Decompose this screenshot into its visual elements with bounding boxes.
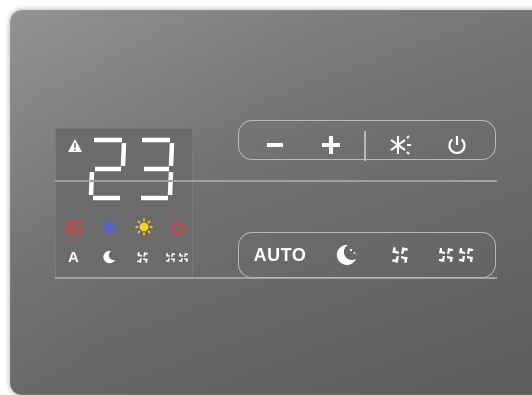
fan-high-icon [439,248,473,262]
upper-divider-line [55,180,497,182]
auto-button[interactable]: AUTO [252,238,308,272]
fan-low-icon [135,250,150,270]
fan-high-button[interactable] [432,238,480,272]
mode-button[interactable] [383,128,417,162]
temperature-down-button[interactable]: − [258,128,292,162]
mode-indicators [62,217,188,237]
fan-indicators: A [62,247,190,270]
temperature-readout [88,137,175,201]
auto-indicator-label: A [68,249,79,266]
snowflake-icon [101,219,117,240]
power-button[interactable] [440,128,474,162]
fan-low-button[interactable] [383,238,417,272]
top-bar-separator [364,131,366,161]
night-mode-button[interactable] [329,238,363,272]
plus-icon [322,136,340,154]
moon-icon [336,244,356,265]
moon-icon [102,250,116,269]
fan-low-icon [392,247,408,263]
heater-icon [66,220,82,239]
temperature-up-button[interactable]: + [314,128,348,162]
warning-triangle-icon [68,139,82,152]
power-icon [170,219,185,239]
lcd-display: 23 [55,128,193,278]
mode-icon [390,135,411,155]
sun-icon [135,218,153,241]
auto-label: AUTO [253,244,307,265]
minus-icon [267,143,283,147]
fan-high-icon [164,250,190,270]
power-icon [448,136,466,155]
